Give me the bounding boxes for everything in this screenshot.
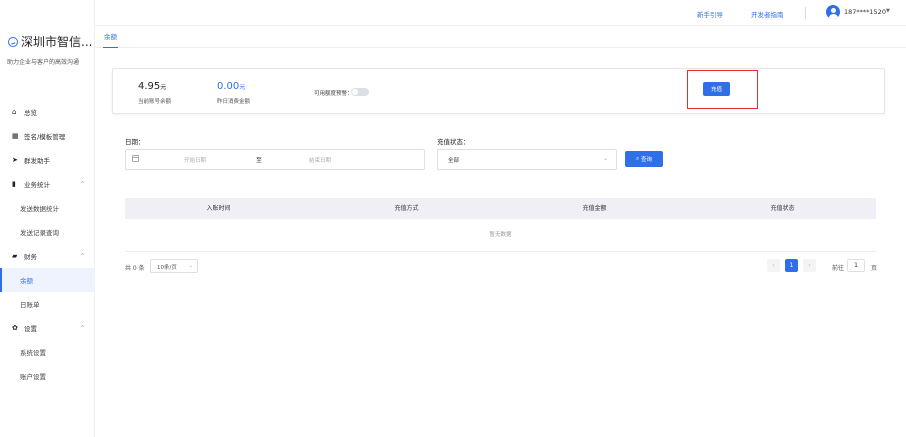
- avatar[interactable]: [826, 5, 840, 19]
- guide-link[interactable]: 新手引导: [697, 9, 723, 19]
- yesterday-spend: 0.00元: [217, 81, 246, 92]
- slogan: 助力企业与客户的高效沟通: [7, 59, 80, 66]
- status-select-value: 全部: [448, 158, 460, 164]
- goto-suffix: 页: [871, 265, 878, 272]
- logo-text: 深圳市智信...: [21, 35, 93, 49]
- sidebar-item-label: 日账单: [20, 301, 40, 309]
- empty-table-message: 暂无数据: [125, 219, 876, 252]
- balance-card: 4.95元 当前账号余额 0.00元 昨日消费金额 可用额度预警： 充值: [112, 68, 885, 114]
- calendar-icon: [132, 155, 139, 162]
- date-separator: 至: [256, 157, 263, 164]
- bar-chart-icon: ▮: [12, 180, 16, 188]
- wallet-icon: ▰: [12, 252, 18, 260]
- sidebar-item-label: 账户设置: [20, 373, 46, 381]
- sidebar: 深圳市智信... 助力企业与客户的高效沟通 ⌂ 总览 ▦ 签名/模板管理 ➤ 群…: [0, 0, 95, 437]
- sidebar-item-label: 签名/模板管理: [24, 133, 66, 141]
- sidebar-item-send-records[interactable]: 发送记录查询: [0, 220, 95, 244]
- goto-page-input[interactable]: 1: [847, 259, 865, 272]
- goto-prefix: 前往: [832, 265, 845, 272]
- sidebar-item-account-settings[interactable]: 账户设置: [0, 364, 95, 388]
- column-header: 入账时间: [206, 205, 231, 212]
- tab-bar: 余额: [95, 26, 906, 48]
- gear-icon: ✿: [12, 324, 18, 332]
- end-date-input[interactable]: 结束日期: [309, 156, 331, 164]
- sidebar-item-business-stats[interactable]: ▮ 业务统计 ^: [0, 172, 95, 196]
- logo-icon: [8, 36, 18, 47]
- current-balance: 4.95元: [138, 81, 167, 92]
- sidebar-item-finance[interactable]: ▰ 财务 ^: [0, 244, 95, 268]
- sidebar-item-signature-template[interactable]: ▦ 签名/模板管理: [0, 124, 95, 148]
- date-filter-label: 日期：: [125, 138, 145, 146]
- sidebar-item-system-settings[interactable]: 系统设置: [0, 340, 95, 364]
- total-count: 共 0 条: [125, 265, 145, 272]
- main-content: 4.95元 当前账号余额 0.00元 昨日消费金额 可用额度预警： 充值 日期：…: [95, 48, 906, 437]
- user-phone[interactable]: 187****1520: [844, 8, 886, 16]
- caret-down-icon[interactable]: ▼: [886, 8, 890, 14]
- sidebar-item-label: 财务: [24, 253, 37, 261]
- chevron-down-icon: ⌄: [602, 155, 608, 162]
- page-size-select[interactable]: 10条/页 ⌄: [150, 259, 198, 273]
- search-icon: ⌕: [635, 155, 640, 162]
- sidebar-item-settings[interactable]: ✿ 设置 ^: [0, 316, 95, 340]
- header-divider: [805, 7, 806, 19]
- send-icon: ➤: [12, 156, 18, 164]
- start-date-input[interactable]: 开始日期: [184, 156, 206, 164]
- status-select[interactable]: 全部 ⌄: [437, 149, 617, 170]
- chevron-up-icon: ^: [79, 324, 85, 332]
- sidebar-item-label: 业务统计: [24, 181, 50, 189]
- column-header: 充值状态: [770, 205, 795, 212]
- sidebar-item-label: 发送数据统计: [20, 205, 59, 213]
- grid-icon: ▦: [12, 132, 19, 140]
- chevron-up-icon: ^: [79, 252, 85, 260]
- next-page-button[interactable]: ›: [803, 259, 816, 272]
- sidebar-item-label: 余额: [20, 277, 33, 285]
- sidebar-item-label: 群发助手: [24, 157, 50, 165]
- home-icon: ⌂: [12, 108, 17, 116]
- sidebar-item-label: 设置: [24, 325, 37, 333]
- query-button[interactable]: ⌕ 查询: [625, 151, 663, 167]
- sidebar-item-balance[interactable]: 余额: [0, 268, 95, 292]
- sidebar-item-label: 系统设置: [20, 349, 46, 357]
- current-balance-label: 当前账号余额: [138, 99, 172, 105]
- sidebar-menu: ⌂ 总览 ▦ 签名/模板管理 ➤ 群发助手 ▮ 业务统计 ^ 发送数据统计 发送…: [0, 100, 95, 388]
- dev-guide-link[interactable]: 开发者指南: [751, 9, 784, 19]
- chevron-down-icon: ⌄: [188, 263, 193, 269]
- column-header: 充值方式: [394, 205, 419, 212]
- logo[interactable]: 深圳市智信...: [8, 33, 92, 50]
- sidebar-item-mass-send[interactable]: ➤ 群发助手: [0, 148, 95, 172]
- recharge-button[interactable]: 充值: [703, 82, 730, 96]
- sidebar-item-overview[interactable]: ⌂ 总览: [0, 100, 95, 124]
- balance-warning-label: 可用额度预警：: [314, 91, 353, 97]
- top-header: 新手引导 开发者指南 187****1520 ▼: [95, 0, 906, 25]
- sidebar-item-daily-bill[interactable]: 日账单: [0, 292, 95, 316]
- date-range-picker[interactable]: 开始日期 至 结束日期: [125, 149, 425, 170]
- balance-warning-toggle[interactable]: [351, 88, 369, 96]
- sidebar-item-label: 发送记录查询: [20, 229, 59, 237]
- sidebar-item-label: 总览: [24, 109, 37, 117]
- tab-balance[interactable]: 余额: [103, 26, 118, 48]
- sidebar-item-send-stats[interactable]: 发送数据统计: [0, 196, 95, 220]
- page-number-button[interactable]: 1: [785, 259, 798, 272]
- status-filter-label: 充值状态：: [437, 138, 470, 146]
- prev-page-button[interactable]: ‹: [767, 259, 780, 272]
- page-size-value: 10条/页: [157, 265, 177, 271]
- yesterday-spend-label: 昨日消费金额: [217, 99, 251, 105]
- column-header: 充值金额: [582, 205, 607, 212]
- table-header: 入账时间 充值方式 充值金额 充值状态: [125, 198, 876, 219]
- chevron-up-icon: ^: [79, 180, 85, 188]
